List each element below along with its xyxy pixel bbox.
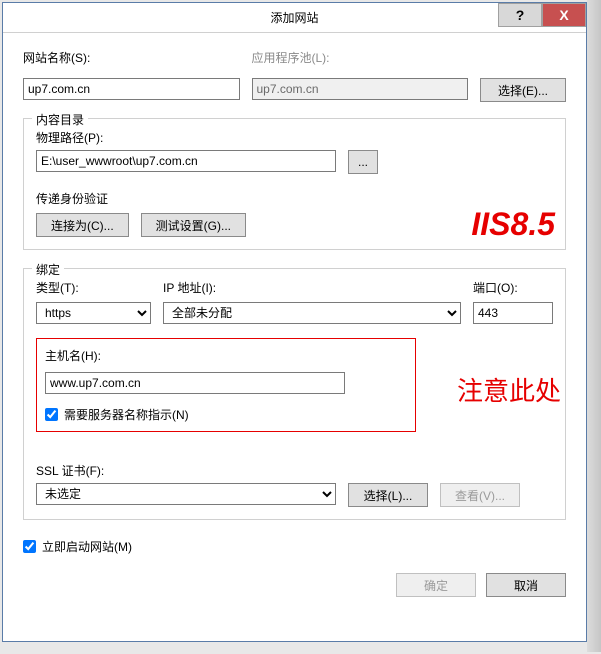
close-button[interactable]: X	[542, 3, 586, 27]
site-name-input[interactable]	[23, 78, 240, 100]
content-directory-group: 内容目录 物理路径(P): ... 传递身份验证 连接为(C)... 测试设置(…	[23, 118, 566, 250]
physical-path-label: 物理路径(P):	[36, 129, 553, 146]
start-immediately-row: 立即启动网站(M)	[23, 538, 566, 555]
ssl-cert-select[interactable]: 未选定	[36, 483, 336, 505]
binding-type-select[interactable]: https	[36, 302, 151, 324]
footer-buttons: 确定 取消	[23, 573, 566, 597]
help-button[interactable]: ?	[498, 3, 542, 27]
pass-through-auth-label: 传递身份验证	[36, 192, 108, 206]
binding-port-label: 端口(O):	[473, 279, 553, 296]
browse-path-button[interactable]: ...	[348, 150, 378, 174]
select-app-pool-button[interactable]: 选择(E)...	[480, 78, 566, 102]
physical-path-input[interactable]	[36, 150, 336, 172]
sni-checkbox-row: 需要服务器名称指示(N)	[45, 406, 407, 423]
binding-title: 绑定	[32, 261, 64, 278]
binding-ip-select[interactable]: 全部未分配	[163, 302, 461, 324]
host-name-label: 主机名(H):	[45, 347, 407, 364]
site-and-pool-row: 网站名称(S): 应用程序池(L):	[23, 49, 566, 70]
ssl-select-button[interactable]: 选择(L)...	[348, 483, 428, 507]
site-and-pool-inputs: 选择(E)...	[23, 78, 566, 102]
sni-label: 需要服务器名称指示(N)	[64, 406, 189, 423]
connect-as-button[interactable]: 连接为(C)...	[36, 213, 129, 237]
binding-port-input[interactable]	[473, 302, 553, 324]
ok-button[interactable]: 确定	[396, 573, 476, 597]
titlebar-controls: ? X	[498, 3, 586, 32]
binding-ip-label: IP 地址(I):	[163, 279, 461, 296]
ssl-cert-label: SSL 证书(F):	[36, 462, 553, 479]
binding-type-label: 类型(T):	[36, 279, 151, 296]
cancel-button[interactable]: 取消	[486, 573, 566, 597]
hostname-highlight-box: 主机名(H): 需要服务器名称指示(N)	[36, 338, 416, 432]
sni-checkbox[interactable]	[45, 408, 58, 421]
app-pool-input	[252, 78, 469, 100]
dialog-window: 添加网站 ? X 网站名称(S): 应用程序池(L): 选择(E)... 内容目…	[2, 2, 587, 642]
window-title: 添加网站	[270, 9, 318, 26]
start-immediately-checkbox[interactable]	[23, 540, 36, 553]
test-settings-button[interactable]: 测试设置(G)...	[141, 213, 246, 237]
host-name-input[interactable]	[45, 372, 345, 394]
ssl-view-button[interactable]: 查看(V)...	[440, 483, 520, 507]
titlebar: 添加网站 ? X	[3, 3, 586, 33]
content-directory-title: 内容目录	[32, 111, 88, 128]
site-name-label: 网站名称(S):	[23, 49, 240, 66]
app-pool-label: 应用程序池(L):	[252, 49, 469, 66]
start-immediately-label: 立即启动网站(M)	[42, 538, 132, 555]
binding-group: 绑定 类型(T): IP 地址(I): 端口(O): https 全部未分配	[23, 268, 566, 520]
dialog-content: 网站名称(S): 应用程序池(L): 选择(E)... 内容目录 物理路径(P)…	[3, 33, 586, 641]
window-shadow	[587, 0, 601, 652]
